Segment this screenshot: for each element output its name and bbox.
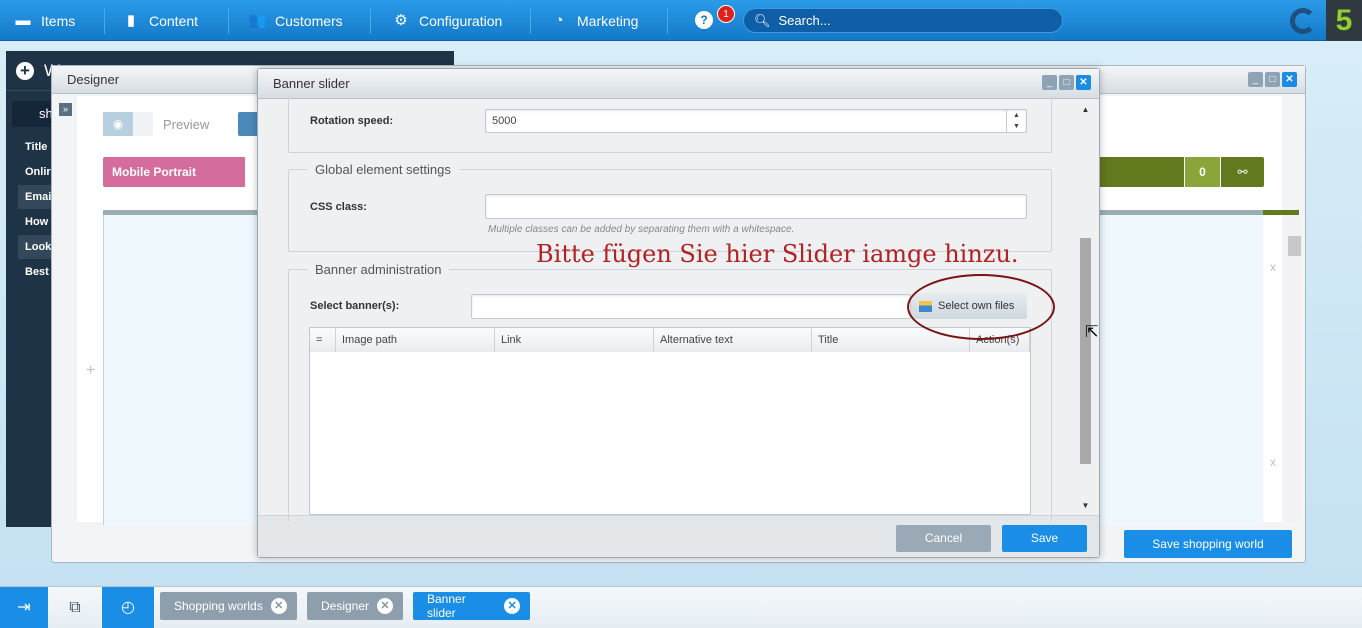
nav-items[interactable]: ▬ Items <box>14 0 76 41</box>
plus-icon[interactable]: + <box>16 61 34 80</box>
content-icon: ▮ <box>126 11 136 29</box>
search-input[interactable]: 🔍︎ Search... <box>743 8 1063 33</box>
tab-label: Shopping worlds <box>174 599 263 613</box>
global-settings-legend: Global element settings <box>315 162 451 177</box>
annotation-circle <box>907 274 1055 340</box>
shopware-logo <box>1290 8 1316 34</box>
device-mobile-portrait[interactable]: Mobile Portrait <box>103 157 245 187</box>
search-placeholder: Search... <box>778 13 831 28</box>
eye-icon: ◉ <box>103 112 133 136</box>
minimize-icon[interactable]: _ <box>1248 72 1263 87</box>
pie-chart-icon: ◔ <box>554 11 564 29</box>
minimize-icon[interactable]: _ <box>1042 75 1057 90</box>
stepper-arrows-icon[interactable]: ▲ ▼ <box>1006 110 1026 132</box>
maximize-icon[interactable]: □ <box>1265 72 1280 87</box>
scrollbar[interactable] <box>1287 216 1302 521</box>
banner-table: = Image path Link Alternative text Title… <box>309 327 1031 515</box>
close-icon[interactable]: ✕ <box>377 598 393 614</box>
nav-label: Items <box>41 12 76 29</box>
nav-label: Content <box>149 12 199 29</box>
delete-marker[interactable]: x <box>1270 455 1276 469</box>
banner-administration-legend: Banner administration <box>315 262 442 277</box>
top-navigation-bar: ▬ Items ▮ Content 👥 Customers ⚙ Configuratio… <box>0 0 1362 41</box>
rotation-speed-label: Rotation speed: <box>310 115 394 127</box>
close-icon[interactable]: ✕ <box>270 598 287 614</box>
column-header-alternative-text[interactable]: Alternative text <box>654 328 812 352</box>
nav-content[interactable]: ▮ Content <box>122 0 198 41</box>
preview-label: Preview <box>163 117 210 132</box>
column-header-image-path[interactable]: Image path <box>336 328 495 352</box>
expand-icon[interactable]: » <box>59 103 72 116</box>
search-icon: 🔍︎ <box>754 12 771 28</box>
mouse-cursor-icon: ⇱ <box>1085 324 1099 341</box>
add-marker[interactable]: + <box>86 362 95 380</box>
taskbar-tab-designer[interactable]: Designer ✕ <box>307 592 403 620</box>
tab-label: Banner slider <box>427 592 466 620</box>
nav-label: Configuration <box>419 12 503 29</box>
touch-icon[interactable] <box>238 112 258 136</box>
close-icon[interactable]: ✕ <box>504 598 520 614</box>
help-icon[interactable]: ? <box>695 11 713 29</box>
nav-configuration[interactable]: ⚙ Configuration <box>392 0 502 41</box>
annotation-text: Bitte fügen Sie hier Slider iamge hinzu. <box>536 240 1019 268</box>
preview-toggle[interactable]: ◉ <box>103 112 153 136</box>
gear-icon: ⚙ <box>394 11 408 29</box>
version-logo: 5 <box>1326 0 1362 41</box>
taskbar-tab-shopping-worlds[interactable]: Shopping worlds ✕ <box>160 592 297 620</box>
nav-label: Customers <box>275 12 343 29</box>
items-icon: ▬ <box>15 11 31 29</box>
column-header-sort[interactable]: = <box>310 328 336 352</box>
link-icon[interactable]: ⚯ <box>1221 157 1264 187</box>
nav-label: Marketing <box>577 12 639 29</box>
close-icon[interactable]: ✕ <box>1282 72 1297 87</box>
save-shopping-world-button[interactable]: Save shopping world <box>1124 530 1292 558</box>
taskbar-tab-banner-slider[interactable]: Banner slider ✕ <box>413 592 530 620</box>
nav-customers[interactable]: 👥 Customers <box>248 0 343 41</box>
dashboard-icon[interactable]: ◴ <box>102 587 154 628</box>
save-button[interactable]: Save <box>1002 525 1087 552</box>
logout-icon[interactable]: ⇥ <box>0 587 48 628</box>
cancel-button[interactable]: Cancel <box>896 525 991 552</box>
maximize-icon[interactable]: □ <box>1059 75 1074 90</box>
css-class-hint: Multiple classes can be added by separat… <box>488 224 795 235</box>
rotation-speed-value: 5000 <box>492 115 517 127</box>
notification-badge: 1 <box>717 5 735 23</box>
rotation-speed-stepper[interactable]: 5000 ▲ ▼ <box>485 109 1027 133</box>
element-count-badge: 0 <box>1185 157 1220 187</box>
column-header-link[interactable]: Link <box>495 328 654 352</box>
tab-label: Designer <box>321 599 370 613</box>
delete-marker[interactable]: x <box>1270 260 1276 274</box>
select-banners-input[interactable] <box>471 294 911 319</box>
css-class-input[interactable] <box>485 194 1027 219</box>
select-banners-label: Select banner(s): <box>310 300 400 312</box>
css-class-label: CSS class: <box>310 201 367 213</box>
dialog-scrollbar[interactable]: ▲ ▼ <box>1078 105 1093 515</box>
close-icon[interactable]: ✕ <box>1076 75 1091 90</box>
nav-marketing[interactable]: ◔ Marketing <box>550 0 638 41</box>
customers-icon: 👥 <box>248 11 267 29</box>
windows-icon[interactable]: ⧉ <box>48 587 102 628</box>
